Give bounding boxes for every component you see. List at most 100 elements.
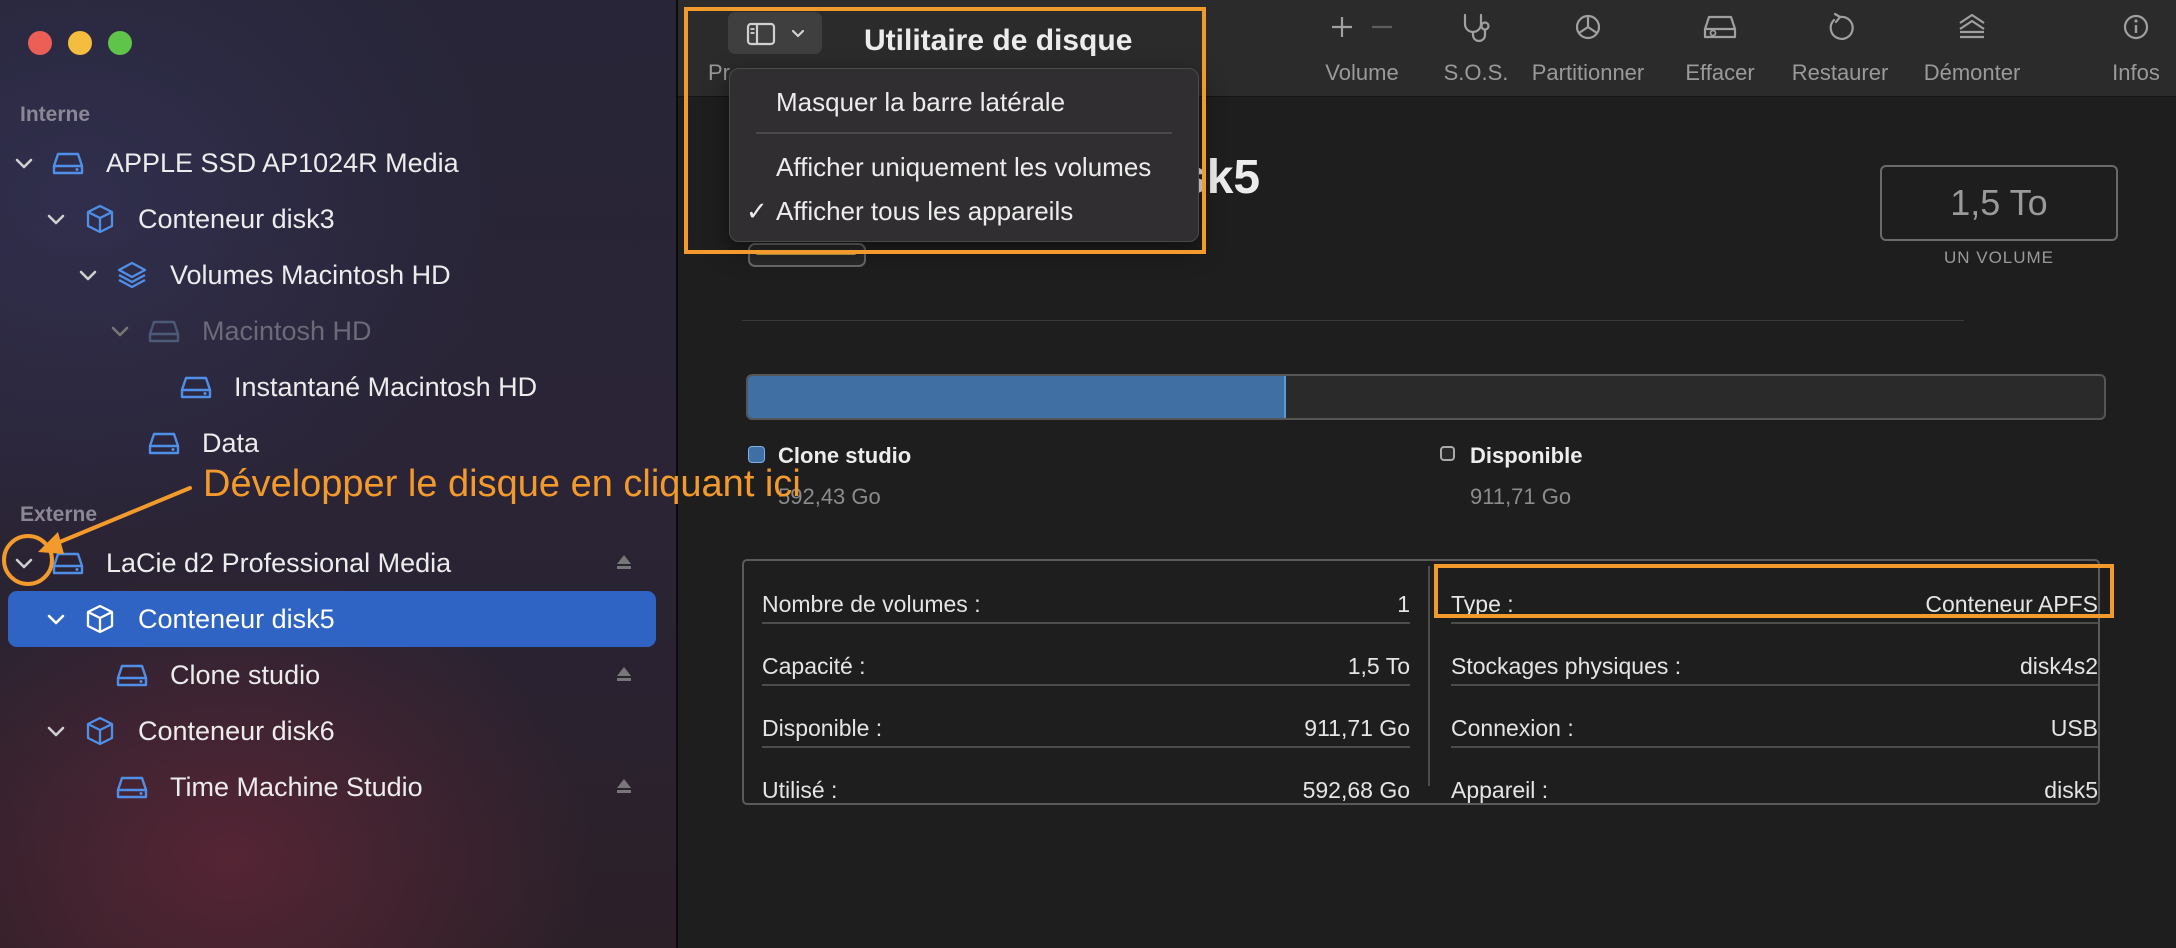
drive-icon bbox=[148, 320, 180, 343]
container-icon bbox=[86, 204, 114, 234]
info-value: disk4s2 bbox=[2020, 653, 2098, 679]
sidebar-item-label: Volumes Macintosh HD bbox=[170, 260, 451, 290]
row-divider bbox=[762, 622, 1410, 624]
unmount-button[interactable]: Démonter bbox=[1902, 12, 2042, 86]
type-highlight-box bbox=[1434, 564, 2114, 618]
drive-icon bbox=[180, 376, 212, 399]
erase-label: Effacer bbox=[1685, 60, 1755, 85]
sidebar-item-label: Instantané Macintosh HD bbox=[234, 372, 538, 402]
restore-button[interactable]: Restaurer bbox=[1770, 12, 1910, 86]
annotation-arrow-icon bbox=[2, 486, 192, 586]
eject-icon[interactable] bbox=[614, 776, 634, 796]
container-icon bbox=[86, 604, 114, 634]
unmount-icon bbox=[1959, 13, 1985, 39]
info-value: 1 bbox=[1397, 591, 1410, 617]
row-divider bbox=[1451, 684, 2098, 686]
restore-icon bbox=[1829, 12, 1854, 40]
sidebar-item-label: Macintosh HD bbox=[202, 316, 372, 346]
chevron-down-icon[interactable] bbox=[108, 319, 132, 343]
sidebar-item-label: Conteneur disk6 bbox=[138, 716, 335, 746]
sidebar-item-volumes-macintosh-hd[interactable]: Volumes Macintosh HD bbox=[8, 247, 656, 303]
legend-swatch-used bbox=[748, 446, 765, 463]
info-row: Appareil : disk5 bbox=[1451, 759, 2098, 819]
info-key: Disponible : bbox=[762, 715, 883, 741]
info-row: Stockages physiques : disk4s2 bbox=[1451, 635, 2098, 695]
info-table-divider bbox=[1428, 566, 1430, 786]
plus-minus-icon bbox=[1332, 17, 1392, 37]
drive-icon bbox=[52, 152, 84, 175]
partition-button[interactable]: Partitionner bbox=[1518, 12, 1658, 86]
chevron-down-icon[interactable] bbox=[44, 719, 68, 743]
eraser-drive-icon bbox=[1703, 15, 1737, 39]
info-value: disk5 bbox=[2044, 777, 2098, 803]
row-divider bbox=[1451, 746, 2098, 748]
stethoscope-icon bbox=[1463, 13, 1490, 42]
divider bbox=[742, 320, 1964, 321]
sidebar-item-label: Clone studio bbox=[170, 660, 321, 690]
sidebar-item-label: APPLE SSD AP1024R Media bbox=[106, 148, 459, 178]
info-row: Connexion : USB bbox=[1451, 697, 2098, 757]
info-row: Utilisé : 592,68 Go bbox=[762, 759, 1410, 819]
info-value: USB bbox=[2050, 715, 2098, 741]
row-divider bbox=[762, 684, 1410, 686]
legend-value-free: 911,71 Go bbox=[1470, 484, 1572, 509]
first-aid-button[interactable]: S.O.S. bbox=[1420, 12, 1532, 86]
sidebar-item-container-disk5[interactable]: Conteneur disk5 bbox=[8, 591, 656, 647]
close-window-button[interactable] bbox=[28, 31, 52, 55]
partition-label: Partitionner bbox=[1531, 60, 1645, 85]
info-key: Stockages physiques : bbox=[1451, 653, 1682, 679]
info-value: 592,68 Go bbox=[1302, 777, 1410, 803]
usage-bar-used bbox=[748, 376, 1286, 418]
info-key: Nombre de volumes : bbox=[762, 591, 981, 617]
volume-label: Volume bbox=[1325, 60, 1399, 85]
layers-icon bbox=[117, 261, 147, 289]
zoom-window-button[interactable] bbox=[108, 31, 132, 55]
pie-icon bbox=[1575, 14, 1601, 40]
restore-label: Restaurer bbox=[1791, 60, 1889, 85]
info-value: 911,71 Go bbox=[1304, 715, 1410, 741]
eject-icon[interactable] bbox=[614, 552, 634, 572]
chevron-down-icon[interactable] bbox=[76, 263, 100, 287]
legend-name-free: Disponible bbox=[1470, 443, 1583, 468]
sidebar-item-label: Data bbox=[202, 428, 260, 458]
sidebar-item-snapshot-macintosh-hd[interactable]: Instantané Macintosh HD bbox=[8, 359, 656, 415]
info-button[interactable]: Infos bbox=[2080, 12, 2176, 86]
info-row: Capacité : 1,5 To bbox=[762, 635, 1410, 695]
sidebar-item-label: Conteneur disk5 bbox=[138, 604, 335, 634]
sidebar-item-label: Time Machine Studio bbox=[170, 772, 423, 802]
eject-icon[interactable] bbox=[614, 664, 634, 684]
info-row: Nombre de volumes : 1 bbox=[762, 573, 1410, 633]
info-key: Capacité : bbox=[762, 653, 866, 679]
info-value: 1,5 To bbox=[1347, 653, 1410, 679]
info-label: Infos bbox=[2112, 60, 2160, 85]
usage-bar bbox=[746, 374, 2106, 420]
info-row: Disponible : 911,71 Go bbox=[762, 697, 1410, 757]
info-key: Connexion : bbox=[1451, 715, 1574, 741]
first-aid-label: S.O.S. bbox=[1443, 60, 1509, 85]
info-key: Utilisé : bbox=[762, 777, 838, 803]
info-icon bbox=[2123, 14, 2149, 40]
chevron-down-icon[interactable] bbox=[12, 151, 36, 175]
sidebar-item-macintosh-hd[interactable]: Macintosh HD bbox=[8, 303, 656, 359]
section-label-internal: Interne bbox=[20, 103, 91, 126]
row-divider bbox=[1451, 622, 2098, 624]
capacity-value: 1,5 To bbox=[1880, 165, 2118, 241]
drive-icon bbox=[116, 776, 148, 799]
container-icon bbox=[86, 716, 114, 746]
chevron-down-icon[interactable] bbox=[44, 207, 68, 231]
sidebar-item-label: Conteneur disk3 bbox=[138, 204, 335, 234]
drive-icon bbox=[148, 432, 180, 455]
capacity-caption: UN VOLUME bbox=[1943, 248, 2055, 267]
unmount-label: Démonter bbox=[1923, 60, 2021, 85]
sidebar-item-clone-studio[interactable]: Clone studio bbox=[8, 647, 656, 703]
sidebar-item-apple-ssd[interactable]: APPLE SSD AP1024R Media bbox=[8, 135, 656, 191]
erase-button[interactable]: Effacer bbox=[1664, 12, 1776, 86]
chevron-down-icon[interactable] bbox=[44, 607, 68, 631]
volume-button[interactable]: Volume bbox=[1306, 12, 1418, 86]
sidebar-item-container-disk6[interactable]: Conteneur disk6 bbox=[8, 703, 656, 759]
sidebar-item-container-disk3[interactable]: Conteneur disk3 bbox=[8, 191, 656, 247]
drive-icon bbox=[116, 664, 148, 687]
row-divider bbox=[762, 746, 1410, 748]
sidebar-item-time-machine-studio[interactable]: Time Machine Studio bbox=[8, 759, 656, 815]
minimize-window-button[interactable] bbox=[68, 31, 92, 55]
